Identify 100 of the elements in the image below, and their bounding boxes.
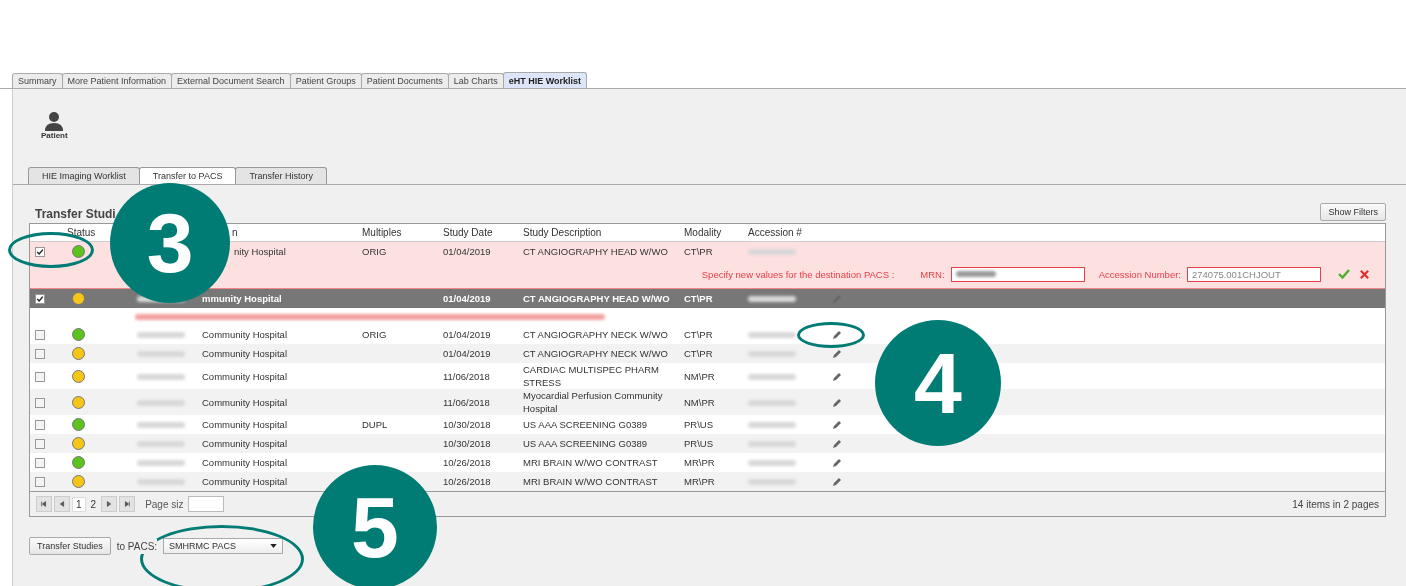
redacted-text [137, 332, 185, 339]
tab[interactable]: HIE Imaging Worklist [28, 167, 140, 184]
tab[interactable]: Transfer to PACS [138, 167, 237, 184]
tab[interactable]: Summary [12, 73, 63, 88]
show-filters-button[interactable]: Show Filters [1320, 203, 1386, 221]
mrn-field[interactable] [950, 266, 1085, 282]
checkbox[interactable] [35, 349, 45, 360]
modality-cell: MR\PR [684, 456, 715, 469]
tab[interactable]: eHT HIE Worklist [502, 72, 588, 88]
date-cell: 10/30/2018 [443, 418, 491, 431]
page-link[interactable]: 1 [72, 496, 86, 512]
tab[interactable]: Patient Groups [289, 73, 362, 88]
redacted-text [748, 351, 796, 358]
redacted-text [955, 271, 996, 277]
pencil-icon[interactable] [832, 371, 842, 382]
description-cell: MRI BRAIN W/WO CONTRAST [523, 456, 658, 469]
date-cell: 11/06/2018 [443, 395, 490, 409]
pencil-icon[interactable] [832, 439, 842, 450]
institution-cell: Community Hospital [202, 369, 287, 383]
description-cell-text: Myocardial Perfusion Community Hospital [523, 389, 664, 415]
checkbox[interactable] [35, 330, 45, 341]
multiples-cell: ORIG [362, 328, 387, 341]
column-header[interactable]: Modality [684, 227, 722, 238]
column-header[interactable]: Accession # [748, 227, 802, 238]
pager-summary: 14 items in 2 pages [1292, 498, 1379, 510]
checkbox[interactable] [35, 246, 45, 257]
pacs-label: to PACS: [116, 538, 158, 554]
date-cell: 11/06/2018 [443, 369, 490, 383]
institution-cell: Community Hospital [202, 475, 287, 488]
date-cell: 01/04/2019 [443, 244, 491, 258]
redacted-text [137, 400, 185, 406]
tab[interactable]: Transfer History [235, 167, 328, 184]
column-header[interactable]: Study Date [443, 227, 493, 238]
last-page-button[interactable] [119, 496, 136, 512]
checkbox[interactable] [35, 420, 45, 431]
date-cell: 01/04/2019 [443, 292, 491, 305]
redacted-text [137, 351, 185, 358]
institution-cell: Community Hospital [202, 347, 287, 360]
multiples-cell: DUPL [362, 418, 388, 431]
field-label: Accession Number: [1098, 268, 1181, 280]
modality-cell: NM\PR [684, 369, 715, 383]
description-cell: CT ANGIOGRAPHY NECK W/WO [523, 347, 668, 360]
check-icon[interactable] [1338, 268, 1350, 280]
pencil-icon[interactable] [832, 330, 842, 341]
page-link[interactable]: 2 [87, 497, 100, 511]
tab[interactable]: Patient Documents [360, 73, 449, 88]
column-header[interactable]: Multiples [362, 227, 402, 238]
close-icon[interactable] [1359, 268, 1370, 280]
modality-cell: CT\PR [684, 292, 713, 305]
transfer-studies-button[interactable]: Transfer Studies [29, 537, 111, 555]
accession-field[interactable]: 274075.001CHJOUT [1187, 266, 1321, 282]
description-cell: US AAA SCREENING G0389 [523, 418, 648, 431]
triangle-icon [105, 500, 114, 508]
checkbox[interactable] [35, 477, 45, 488]
institution-cell: Community Hospital [202, 437, 287, 450]
next-page-button[interactable] [101, 496, 118, 512]
checkbox[interactable] [35, 294, 45, 305]
date-cell: 10/26/2018 [443, 456, 491, 469]
previous-page-button[interactable] [54, 496, 70, 512]
modality-cell: PR\US [684, 437, 714, 450]
column-header[interactable]: Study Description [523, 227, 602, 238]
description-cell: CT ANGIOGRAPHY HEAD W/WO [523, 244, 668, 258]
institution-cell: Community Hospital [202, 395, 287, 409]
pencil-icon[interactable] [832, 477, 842, 488]
triangle-icon [123, 500, 132, 508]
institution-cell: mmunity Hospital [202, 292, 282, 305]
description-cell: CT ANGIOGRAPHY NECK W/WO [523, 328, 668, 341]
redacted-text [748, 479, 796, 486]
tab[interactable]: More Patient Information [61, 73, 173, 88]
date-cell: 10/26/2018 [443, 475, 491, 488]
date-cell: 01/04/2019 [443, 347, 491, 360]
page-size-label: Page siz [145, 498, 184, 510]
first-page-button[interactable] [36, 496, 52, 512]
modality-cell: CT\PR [684, 328, 713, 341]
tab[interactable]: Lab Charts [447, 73, 504, 88]
description-cell: MRI BRAIN W/WO CONTRAST [523, 475, 658, 488]
date-cell: 01/04/2019 [443, 328, 491, 341]
redacted-text [748, 400, 796, 406]
checkbox[interactable] [35, 397, 45, 408]
description-cell: CT ANGIOGRAPHY HEAD W/WO [523, 292, 670, 305]
redacted-text [748, 422, 796, 429]
modality-cell: CT\PR [684, 347, 713, 360]
redacted-text [137, 460, 185, 467]
checkbox[interactable] [35, 439, 45, 450]
pencil-icon[interactable] [832, 397, 842, 408]
multiples-cell: ORIG [362, 244, 387, 258]
pacs-select[interactable]: SMHRMC PACS [163, 538, 284, 554]
pencil-icon[interactable] [832, 349, 842, 360]
pencil-icon[interactable] [832, 420, 842, 431]
redacted-text [748, 460, 796, 467]
pencil-icon[interactable] [832, 458, 842, 469]
institution-cell: Community Hospital [202, 456, 287, 469]
modality-cell: CT\PR [684, 244, 713, 258]
redacted-text [137, 422, 185, 429]
checkbox[interactable] [35, 371, 45, 382]
checkbox[interactable] [35, 458, 45, 469]
redacted-text [748, 332, 796, 339]
redacted-text [748, 296, 796, 303]
tab[interactable]: External Document Search [171, 73, 291, 88]
triangle-icon [58, 500, 66, 508]
